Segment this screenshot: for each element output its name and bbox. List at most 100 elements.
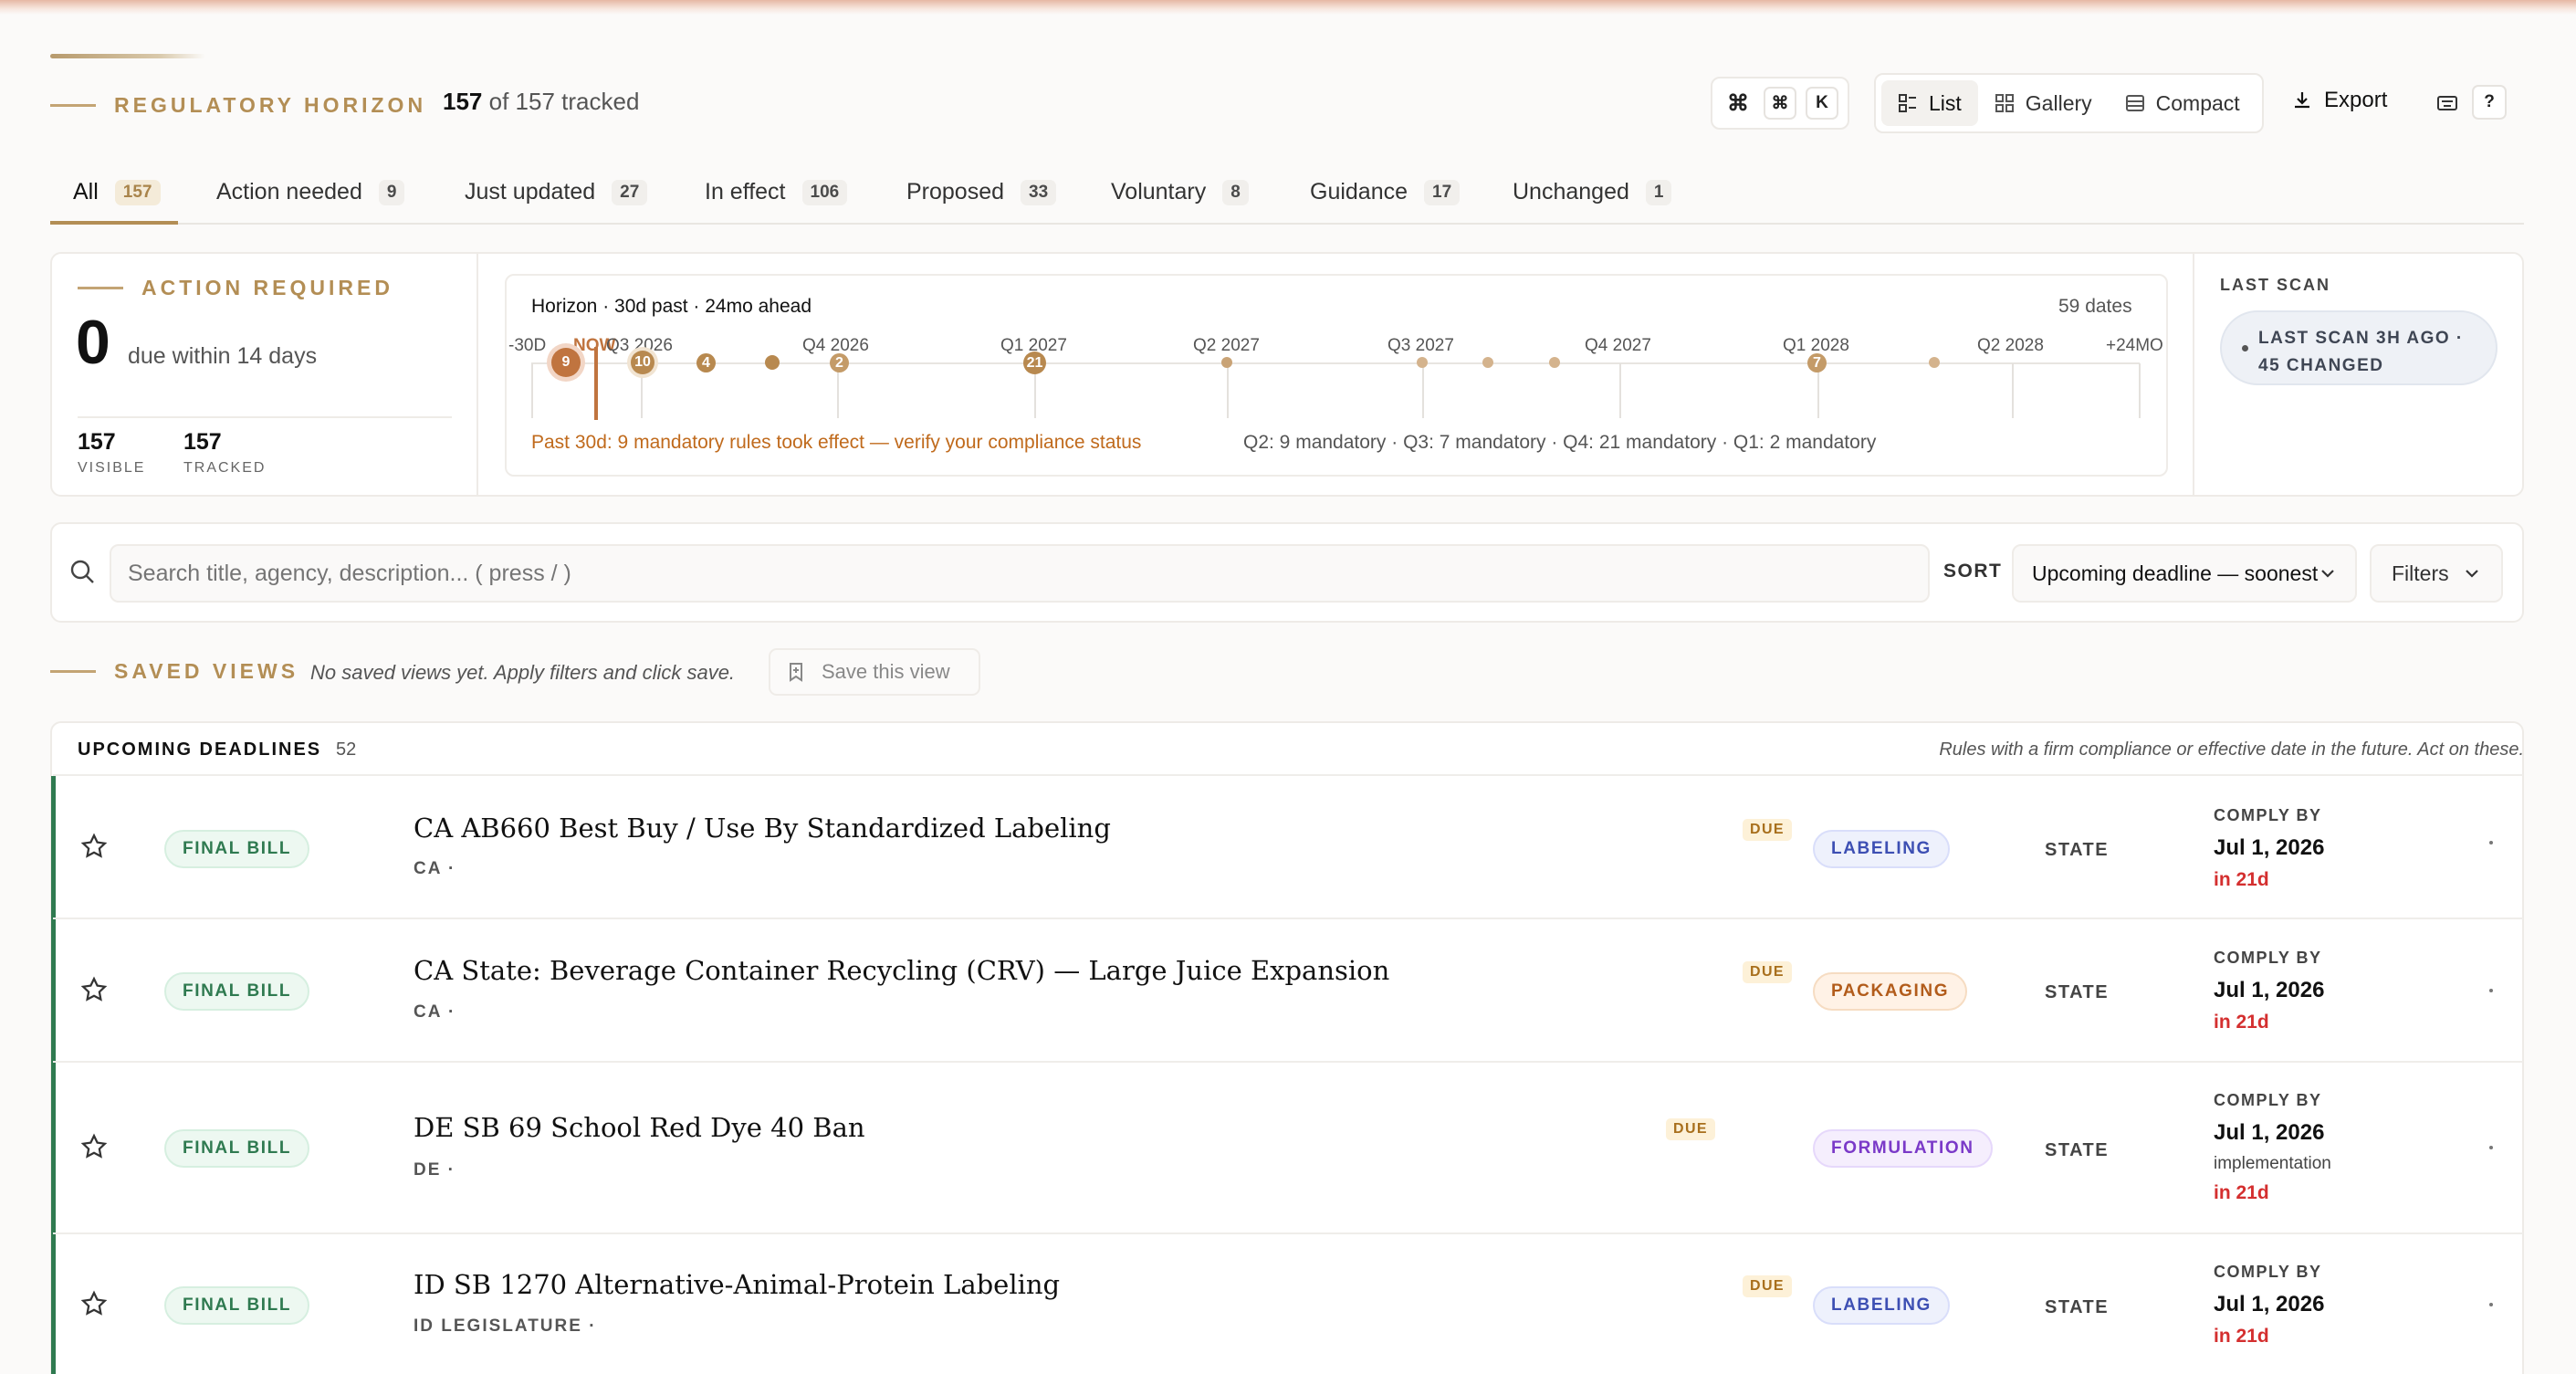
scope-label: STATE bbox=[2045, 982, 2110, 1002]
table-row[interactable] bbox=[53, 919, 2523, 1061]
table-row[interactable] bbox=[53, 1063, 2523, 1232]
sort-select[interactable]: Upcoming deadline — soonest bbox=[2012, 544, 2357, 603]
tab-voluntary[interactable]: Voluntary 8 bbox=[1111, 179, 1249, 205]
list-icon bbox=[1899, 94, 1916, 112]
rule-title[interactable]: CA State: Beverage Container Recycling (… bbox=[414, 955, 1389, 986]
rule-jurisdiction: DE · bbox=[414, 1160, 456, 1180]
timeline-dot[interactable] bbox=[1549, 357, 1560, 368]
export-label: Export bbox=[2324, 88, 2388, 112]
keyboard-icon bbox=[2437, 96, 2457, 110]
timeline-badge[interactable]: 10 bbox=[631, 351, 654, 374]
tab-count: 33 bbox=[1021, 179, 1057, 205]
row-menu-dot[interactable] bbox=[2489, 989, 2493, 992]
tab-label: Unchanged bbox=[1513, 179, 1629, 205]
last-scan-line2: 45 CHANGED bbox=[2258, 356, 2384, 375]
tab-count: 8 bbox=[1222, 179, 1249, 205]
tick-label: Q2 2027 bbox=[1193, 336, 1260, 355]
deadlines-heading: UPCOMING DEADLINES bbox=[78, 739, 322, 760]
timeline-badge[interactable]: 21 bbox=[1023, 351, 1046, 374]
tick-line bbox=[1422, 363, 1424, 418]
category-badge: LABELING bbox=[1813, 1286, 1950, 1325]
timeline-dot[interactable] bbox=[765, 355, 780, 370]
filters-label: Filters bbox=[2392, 561, 2449, 585]
view-compact-button[interactable]: Compact bbox=[2109, 80, 2257, 126]
tick-line bbox=[1227, 363, 1229, 418]
status-dot bbox=[2242, 345, 2248, 351]
due-badge: DUE bbox=[1743, 1275, 1792, 1297]
compact-icon bbox=[2125, 95, 2144, 111]
timeline-dot[interactable] bbox=[1417, 357, 1428, 368]
rule-title[interactable]: DE SB 69 School Red Dye 40 Ban bbox=[414, 1112, 865, 1143]
star-icon[interactable] bbox=[80, 1133, 108, 1160]
days-remaining: in 21d bbox=[2214, 1182, 2269, 1203]
tab-all[interactable]: All 157 bbox=[73, 179, 161, 205]
tab-count: 9 bbox=[378, 179, 405, 205]
days-remaining: in 21d bbox=[2214, 1012, 2269, 1033]
view-gallery-label: Gallery bbox=[2025, 90, 2092, 115]
rule-jurisdiction: CA · bbox=[414, 1002, 456, 1022]
action-required-heading: ACTION REQUIRED bbox=[78, 276, 393, 300]
view-gallery-button[interactable]: Gallery bbox=[1978, 80, 2109, 126]
top-accent-glow bbox=[0, 0, 2576, 15]
keyboard-shortcuts-button[interactable] bbox=[2432, 88, 2463, 119]
tab-active-underline bbox=[50, 221, 178, 225]
comply-by-label: COMPLY BY bbox=[2214, 949, 2322, 967]
star-icon[interactable] bbox=[80, 976, 108, 1003]
deadlines-note: Rules with a firm compliance or effectiv… bbox=[1939, 739, 2524, 760]
tab-count: 1 bbox=[1645, 179, 1672, 205]
comply-date: Jul 1, 2026 bbox=[2214, 1292, 2325, 1316]
comply-date: Jul 1, 2026 bbox=[2214, 1120, 2325, 1145]
star-icon[interactable] bbox=[80, 833, 108, 860]
visible-label: VISIBLE bbox=[78, 460, 146, 476]
tab-label: All bbox=[73, 179, 99, 205]
help-button[interactable]: ? bbox=[2472, 85, 2507, 120]
chevron-down-icon bbox=[2321, 570, 2334, 578]
timeline-dot[interactable] bbox=[1482, 357, 1493, 368]
timeline-badge[interactable]: 4 bbox=[696, 353, 716, 372]
table-row[interactable] bbox=[53, 776, 2523, 918]
tick-line bbox=[1619, 363, 1621, 418]
timeline-badge[interactable]: 9 bbox=[551, 348, 581, 377]
table-row[interactable] bbox=[53, 1234, 2523, 1374]
page-title: REGULATORY HORIZON bbox=[114, 93, 427, 117]
due-badge: DUE bbox=[1743, 961, 1792, 983]
tick-label: -30D bbox=[508, 336, 547, 355]
rule-jurisdiction: ID LEGISLATURE · bbox=[414, 1316, 597, 1336]
save-view-button[interactable]: Save this view bbox=[769, 648, 980, 696]
tab-unchanged[interactable]: Unchanged 1 bbox=[1513, 179, 1672, 205]
visible-count: 157 bbox=[443, 88, 483, 115]
tracked-counter: 157 of 157 tracked bbox=[443, 88, 639, 116]
tick-label: Q2 2028 bbox=[1977, 336, 2044, 355]
comply-date: Jul 1, 2026 bbox=[2214, 835, 2325, 860]
timeline-dot[interactable] bbox=[1929, 357, 1940, 368]
tab-proposed[interactable]: Proposed 33 bbox=[906, 179, 1057, 205]
last-scan-label: LAST SCAN bbox=[2220, 276, 2330, 294]
deadlines-count: 52 bbox=[336, 739, 357, 760]
timeline-dot[interactable] bbox=[1221, 357, 1232, 368]
search-input[interactable] bbox=[110, 544, 1930, 603]
row-menu-dot[interactable] bbox=[2489, 1146, 2493, 1149]
tick-line bbox=[2012, 363, 2014, 418]
timeline-badge[interactable]: 7 bbox=[1807, 353, 1827, 372]
rule-title[interactable]: CA AB660 Best Buy / Use By Standardized … bbox=[414, 813, 1111, 844]
saved-views-title: SAVED VIEWS bbox=[114, 659, 299, 683]
rule-title[interactable]: ID SB 1270 Alternative-Animal-Protein La… bbox=[414, 1269, 1060, 1300]
due-badge: DUE bbox=[1743, 819, 1792, 841]
saved-views-heading: SAVED VIEWS bbox=[50, 659, 298, 684]
view-list-button[interactable]: List bbox=[1881, 80, 1978, 126]
star-icon[interactable] bbox=[80, 1290, 108, 1317]
grid-icon bbox=[1995, 94, 2014, 112]
tick-label: Q4 2027 bbox=[1585, 336, 1651, 355]
tab-just-updated[interactable]: Just updated 27 bbox=[465, 179, 648, 205]
timeline-badge[interactable]: 2 bbox=[830, 353, 849, 372]
row-menu-dot[interactable] bbox=[2489, 1303, 2493, 1306]
due-count: 0 bbox=[76, 308, 110, 377]
filters-button[interactable]: Filters bbox=[2370, 544, 2503, 603]
tab-in-effect[interactable]: In effect 106 bbox=[705, 179, 848, 205]
export-button[interactable]: Export bbox=[2291, 88, 2387, 113]
rule-jurisdiction: CA · bbox=[414, 859, 456, 878]
tab-guidance[interactable]: Guidance 17 bbox=[1310, 179, 1461, 205]
command-palette-button[interactable]: ⌘ ⌘ K bbox=[1711, 77, 1849, 130]
row-menu-dot[interactable] bbox=[2489, 841, 2493, 844]
tab-action-needed[interactable]: Action needed 9 bbox=[216, 179, 405, 205]
